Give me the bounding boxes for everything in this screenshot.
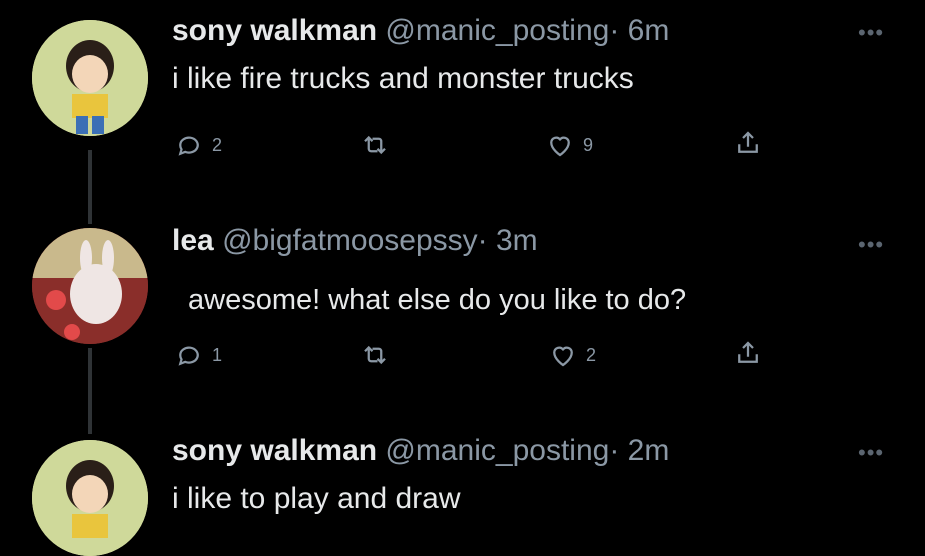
retweet-button[interactable] [360,130,390,160]
share-icon [738,341,758,363]
avatar[interactable] [32,440,148,556]
handle[interactable]: @bigfatmoosepssy [222,224,478,257]
timestamp[interactable]: · 3m [478,224,538,257]
share-button[interactable] [733,338,763,368]
display-name[interactable]: lea [172,224,214,257]
tweet-text: i like to play and draw [172,482,461,515]
heart-icon [553,346,573,367]
like-count: 2 [586,344,597,365]
tweet-3[interactable]: sony walkman @manic_posting· 2m ••• i li… [0,420,925,556]
like-button[interactable]: 2 [548,340,596,370]
tweet-header: lea @bigfatmoosepssy· 3m [172,224,538,258]
share-icon [738,131,758,153]
tweet-header: sony walkman @manic_posting· 2m [172,434,669,468]
tweet-text: awesome! what else do you like to do? [188,284,687,316]
reply-icon [178,136,199,156]
display-name[interactable]: sony walkman [172,434,377,467]
like-button[interactable]: 9 [545,130,593,160]
more-icon[interactable]: ••• [858,232,884,258]
share-button[interactable] [733,128,763,158]
more-icon[interactable]: ••• [858,440,884,466]
avatar-image [32,228,148,344]
more-icon[interactable]: ••• [858,20,884,46]
avatar[interactable] [32,20,148,136]
reply-icon [178,346,199,366]
timestamp[interactable]: · 6m [609,14,669,47]
retweet-icon [364,345,386,365]
reply-button[interactable]: 2 [174,130,222,160]
reply-count: 1 [212,344,223,365]
avatar-image [32,440,148,556]
reply-count: 2 [212,134,223,155]
heart-icon [550,136,570,157]
tweet-2[interactable]: lea @bigfatmoosepssy· 3m ••• awesome! wh… [0,210,925,410]
handle[interactable]: @manic_posting [385,14,609,47]
like-count: 9 [583,134,594,155]
tweet-text: i like fire trucks and monster trucks [172,62,634,95]
tweet-1[interactable]: sony walkman @manic_posting· 6m ••• i li… [0,0,925,200]
tweet-header: sony walkman @manic_posting· 6m [172,14,669,48]
retweet-icon [364,135,386,155]
timestamp[interactable]: · 2m [609,434,669,467]
handle[interactable]: @manic_posting [385,434,609,467]
avatar[interactable] [32,228,148,344]
avatar-image [32,20,148,136]
reply-button[interactable]: 1 [174,340,222,370]
display-name[interactable]: sony walkman [172,14,377,47]
retweet-button[interactable] [360,340,390,370]
